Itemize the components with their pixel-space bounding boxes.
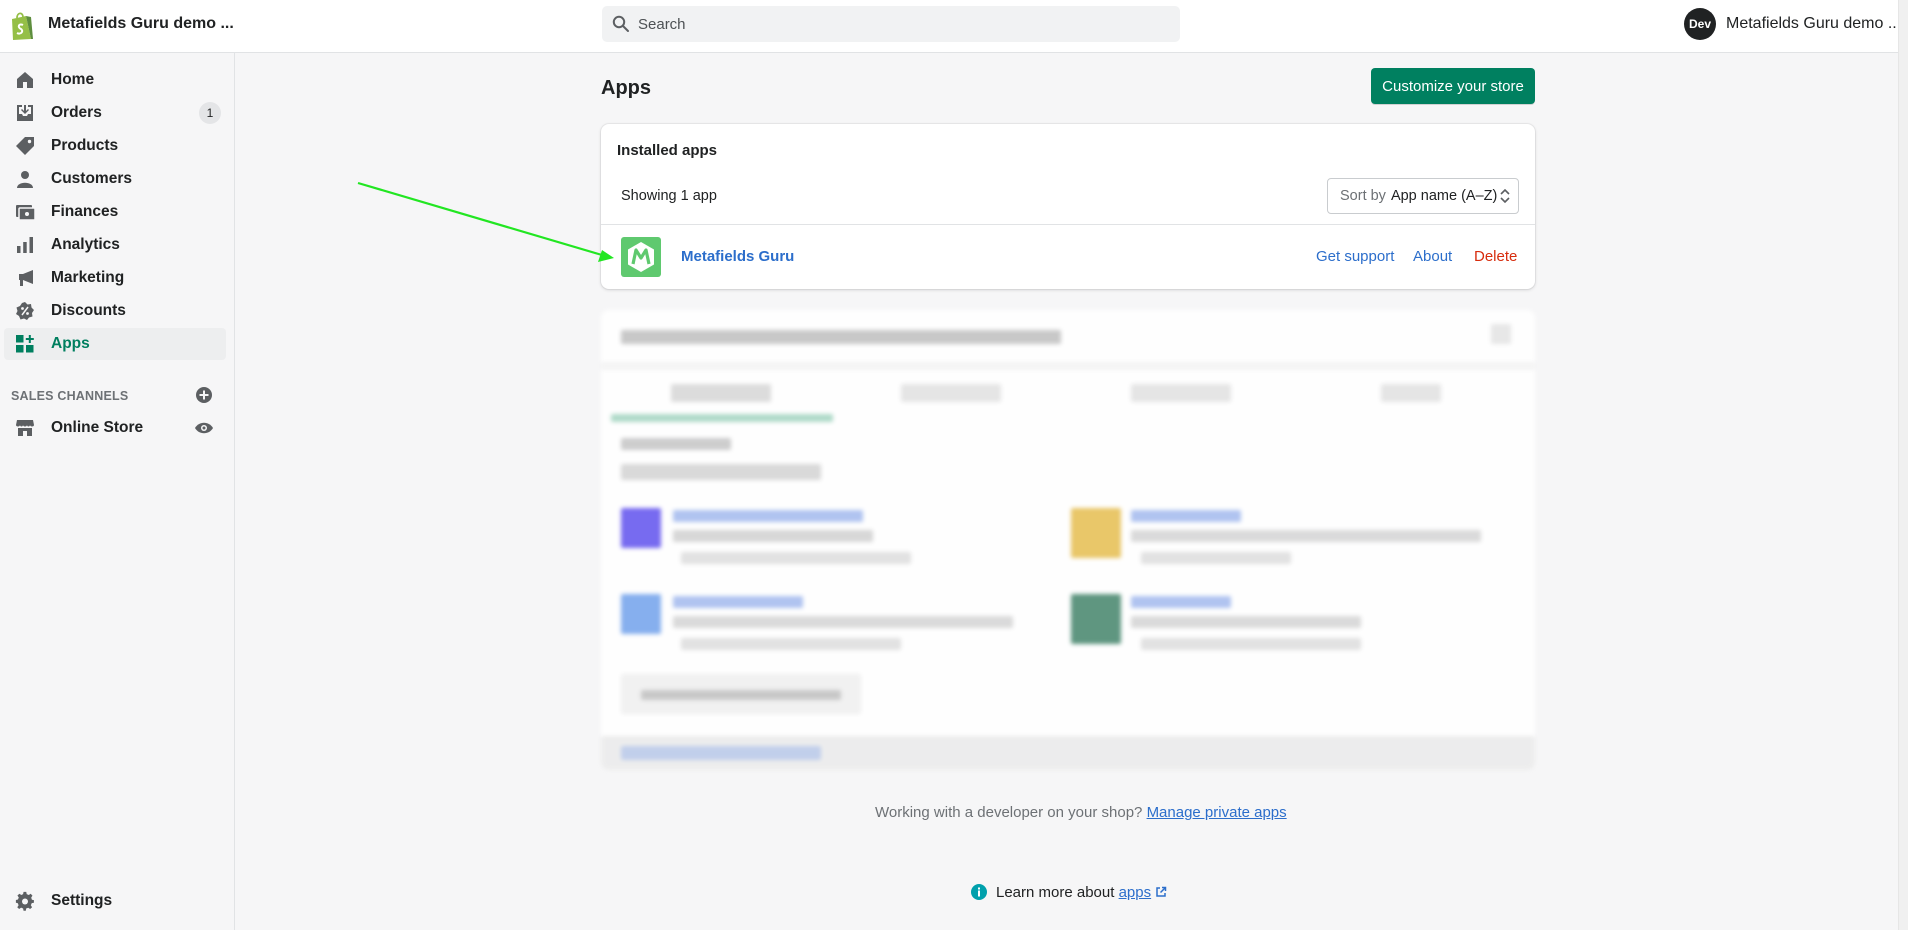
sidebar-item-marketing[interactable]: Marketing (4, 262, 226, 294)
developer-text: Working with a developer on your shop? (875, 804, 1143, 821)
manage-private-apps-link[interactable]: Manage private apps (1147, 804, 1287, 821)
sidebar-item-products[interactable]: Products (4, 130, 226, 162)
about-link[interactable]: About (1413, 248, 1452, 265)
store-icon (16, 420, 34, 436)
sidebar-item-label: Apps (51, 335, 90, 352)
sidebar-item-label: Online Store (51, 419, 144, 436)
finances-icon (16, 205, 35, 221)
scrollbar[interactable] (1898, 0, 1908, 930)
sidebar-item-label: Discounts (51, 302, 126, 319)
sidebar-item-label: Customers (51, 170, 132, 187)
sidebar-item-home[interactable]: Home (4, 64, 226, 96)
bar-chart-icon (17, 237, 33, 253)
sidebar-item-discounts[interactable]: Discounts (4, 295, 226, 327)
sidebar-item-online-store[interactable]: Online Store (4, 412, 226, 444)
sales-channels-heading: SALES CHANNELS (11, 389, 129, 403)
sidebar-item-label: Finances (51, 203, 119, 220)
card-title: Installed apps (617, 142, 718, 159)
get-support-link[interactable]: Get support (1316, 248, 1394, 265)
gear-icon (15, 891, 34, 911)
external-link-icon[interactable] (1155, 886, 1167, 898)
avatar: Dev (1684, 8, 1716, 40)
shopify-logo-icon[interactable] (9, 11, 35, 41)
top-bar: Metafields Guru demo ... Search Dev Meta… (0, 0, 1908, 53)
blurred-recommendations-section (601, 310, 1535, 770)
metafields-guru-app-icon[interactable] (621, 237, 661, 277)
home-icon (17, 72, 33, 88)
private-apps-note: Working with a developer on your shop? M… (875, 804, 1287, 821)
sort-value: App name (A–Z) (1390, 188, 1498, 204)
select-caret-icon (1500, 189, 1510, 203)
app-name-link[interactable]: Metafields Guru (681, 248, 794, 265)
orders-count-badge: 1 (199, 102, 221, 124)
discount-icon (16, 302, 34, 320)
sidebar-item-settings[interactable]: Settings (4, 885, 226, 917)
info-icon (971, 884, 987, 900)
apps-icon (16, 335, 34, 353)
page-title: Apps (601, 77, 651, 99)
search-bar[interactable]: Search (602, 6, 1180, 42)
orders-icon (17, 105, 33, 121)
customize-store-button[interactable]: Customize your store (1371, 68, 1535, 104)
add-channel-icon[interactable] (195, 386, 213, 404)
person-icon (17, 171, 33, 188)
sidebar-item-customers[interactable]: Customers (4, 163, 226, 195)
sort-label: Sort by (1340, 188, 1386, 204)
sidebar-item-label: Marketing (51, 269, 125, 286)
sidebar-item-analytics[interactable]: Analytics (4, 229, 226, 261)
apps-help-link[interactable]: apps (1119, 884, 1152, 901)
delete-link[interactable]: Delete (1474, 248, 1517, 265)
eye-icon[interactable] (194, 419, 214, 437)
sort-select[interactable]: Sort by App name (A–Z) (1327, 178, 1519, 214)
sidebar: Home Orders 1 Products Customers Finance… (0, 53, 235, 930)
sidebar-item-label: Orders (51, 104, 102, 121)
learn-more: Learn more about apps (970, 883, 1167, 901)
sidebar-item-label: Home (51, 71, 95, 88)
sidebar-item-label: Products (51, 137, 119, 154)
sidebar-item-finances[interactable]: Finances (4, 196, 226, 228)
installed-apps-card: Installed apps Showing 1 app Sort by App… (601, 124, 1535, 289)
sidebar-item-apps[interactable]: Apps (4, 328, 226, 360)
search-icon (612, 15, 629, 32)
sidebar-item-label: Settings (51, 892, 113, 909)
learn-text: Learn more about (996, 883, 1115, 901)
user-menu[interactable]: Dev Metafields Guru demo ... (1684, 8, 1901, 40)
tag-icon (16, 137, 34, 155)
sidebar-item-label: Analytics (51, 236, 120, 253)
store-name[interactable]: Metafields Guru demo ... (48, 15, 234, 33)
sidebar-item-orders[interactable]: Orders 1 (4, 97, 226, 129)
megaphone-icon (19, 270, 33, 286)
search-input[interactable]: Search (638, 16, 686, 33)
user-name: Metafields Guru demo ... (1726, 15, 1902, 32)
results-count: Showing 1 app (621, 188, 717, 204)
divider (601, 224, 1535, 225)
